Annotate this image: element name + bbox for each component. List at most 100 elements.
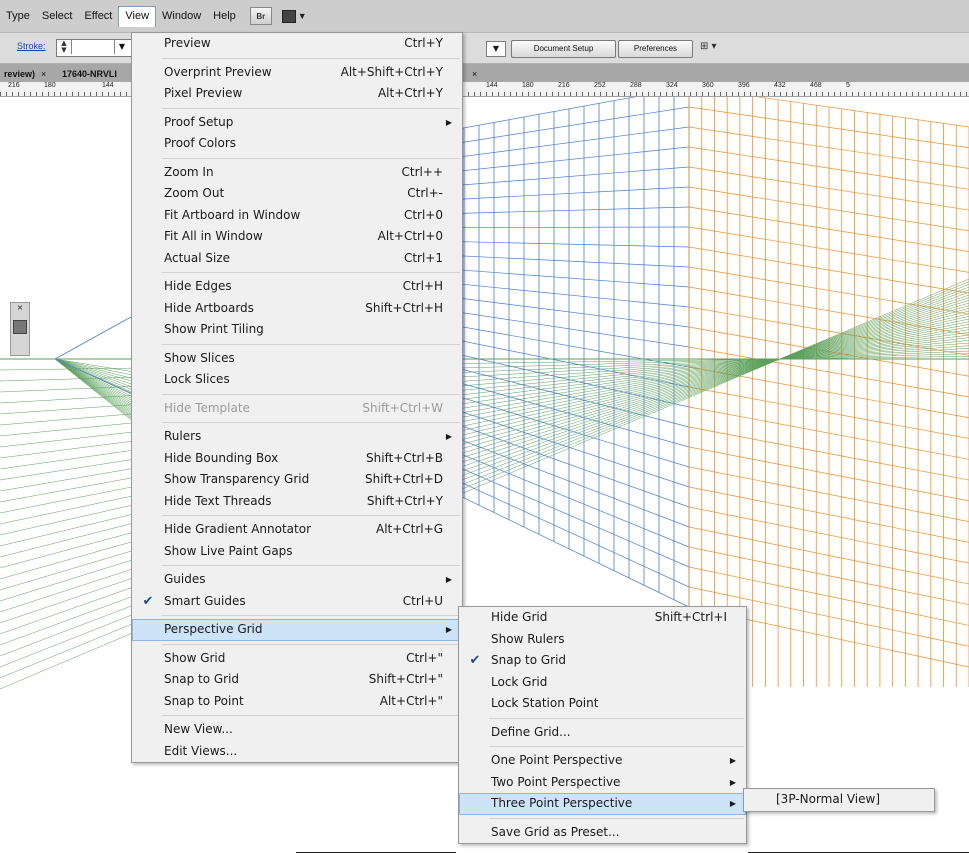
view-menu-zoom-in[interactable]: Zoom In Ctrl++ [132,162,462,184]
view-menu-hide-bounding-box[interactable]: Hide Bounding Box Shift+Ctrl+B [132,448,462,470]
document-tab[interactable]: review) × [0,66,50,82]
menu-item-label: Show Rulers [491,631,565,646]
perspective-menu-snap-to-grid[interactable]: ✔ Snap to Grid [459,650,746,672]
menu-separator [489,817,744,819]
view-menu-perspective-grid[interactable]: Perspective Grid ▶ [132,619,462,641]
floating-panel[interactable]: × [10,302,30,356]
menu-item-shortcut: Alt+Ctrl+0 [377,229,443,243]
menu-item-label: Hide Bounding Box [164,450,279,465]
menu-window[interactable]: Window [156,6,207,26]
menu-separator [162,57,460,59]
view-menu-show-live-paint-gaps[interactable]: Show Live Paint Gaps [132,541,462,563]
perspective-menu-one-point-perspective[interactable]: One Point Perspective ▶ [459,750,746,772]
view-menu-preview[interactable]: Preview Ctrl+Y [132,33,462,55]
view-menu-hide-template: Hide Template Shift+Ctrl+W [132,398,462,420]
menu-separator [489,717,744,719]
view-menu-zoom-out[interactable]: Zoom Out Ctrl+- [132,183,462,205]
view-menu-hide-text-threads[interactable]: Hide Text Threads Shift+Ctrl+Y [132,491,462,513]
view-menu-show-print-tiling[interactable]: Show Print Tiling [132,319,462,341]
menu-select[interactable]: Select [36,6,79,26]
view-menu-overprint-preview[interactable]: Overprint Preview Alt+Shift+Ctrl+Y [132,62,462,84]
menu-view[interactable]: View [118,5,157,27]
perspective-menu-three-point-perspective[interactable]: Three Point Perspective ▶ [459,793,746,815]
close-icon[interactable]: × [472,69,477,79]
menu-item-label: Show Print Tiling [164,322,264,336]
view-menu-show-transparency-grid[interactable]: Show Transparency Grid Shift+Ctrl+D [132,469,462,491]
view-menu-snap-to-point[interactable]: Snap to Point Alt+Ctrl+" [132,691,462,713]
menu-type[interactable]: Type [0,6,36,26]
perspective-menu-show-rulers[interactable]: Show Rulers [459,629,746,651]
close-icon[interactable]: × [41,69,46,79]
menu-item-label: Fit Artboard in Window [164,207,301,222]
menu-item-shortcut: Ctrl+0 [403,207,443,222]
view-menu-actual-size[interactable]: Actual Size Ctrl+1 [132,248,462,270]
document-tab[interactable]: 17640-NRVLI [58,66,121,82]
menu-item-label: Lock Grid [491,674,548,689]
perspective-menu-save-grid-as-preset[interactable]: Save Grid as Preset... [459,822,746,844]
view-menu-hide-artboards[interactable]: Hide Artboards Shift+Ctrl+H [132,298,462,320]
preferences-button[interactable]: Preferences [618,40,693,58]
view-menu-snap-to-grid[interactable]: Snap to Grid Shift+Ctrl+" [132,669,462,691]
panel-button-icon[interactable] [13,320,27,334]
perspective-menu-hide-grid[interactable]: Hide Grid Shift+Ctrl+I [459,607,746,629]
stroke-label[interactable]: Stroke: [17,41,46,51]
menu-item-label: Show Transparency Grid [164,472,310,486]
perspective-menu-lock-grid[interactable]: Lock Grid [459,672,746,694]
menu-separator [162,565,460,566]
ruler-label: 252 [594,82,606,89]
menu-separator [162,615,460,616]
menu-separator [162,715,460,716]
menu-separator [162,272,460,273]
view-menu-lock-slices[interactable]: Lock Slices [132,369,462,391]
menu-separator [162,515,460,516]
view-menu-show-grid[interactable]: Show Grid Ctrl+" [132,648,462,670]
style-dropdown-arrow[interactable]: ▼ [486,41,506,57]
arrange-documents-icon[interactable]: ⊞ ▾ [700,41,717,52]
menu-help[interactable]: Help [207,6,242,26]
menu-item-shortcut: Ctrl++ [401,164,443,179]
submenu-arrow-icon: ▶ [729,777,736,787]
perspective-menu-define-grid[interactable]: Define Grid... [459,722,746,744]
menu-separator [162,107,460,109]
menu-separator [162,343,460,345]
submenu-arrow-icon: ▶ [445,432,452,441]
view-menu-rulers[interactable]: Rulers ▶ [132,426,462,448]
menu-item-label: Rulers [164,429,202,443]
close-icon[interactable]: × [11,303,29,312]
view-menu-fit-artboard-in-window[interactable]: Fit Artboard in Window Ctrl+0 [132,205,462,227]
bridge-icon[interactable]: Br [249,7,272,25]
menu-item-label: Hide Artboards [164,300,254,315]
stroke-stepper[interactable]: ▲ ▼ [57,40,72,54]
menu-item-shortcut: Shift+Ctrl+" [368,672,443,686]
view-menu-new-view[interactable]: New View... [132,719,462,741]
document-setup-button[interactable]: Document Setup [511,40,616,58]
menu-separator [162,393,460,395]
view-menu-guides[interactable]: Guides ▶ [132,569,462,591]
perspective-menu-lock-station-point[interactable]: Lock Station Point [459,693,746,715]
view-menu-edit-views[interactable]: Edit Views... [132,741,462,763]
menu-item-label: Proof Setup [164,114,234,129]
view-menu-fit-all-in-window[interactable]: Fit All in Window Alt+Ctrl+0 [132,226,462,248]
ruler-label: 432 [774,82,786,89]
ruler-label: 216 [8,82,20,89]
document-tab-close[interactable]: × [462,66,481,82]
view-menu-proof-setup[interactable]: Proof Setup ▶ [132,112,462,134]
ruler-label: 144 [102,82,114,89]
perspective-menu-two-point-perspective[interactable]: Two Point Perspective ▶ [459,772,746,794]
view-menu-smart-guides[interactable]: ✔ Smart Guides Ctrl+U [132,591,462,613]
menu-bar: Type Select Effect View Window Help Br ▼ [0,0,969,33]
menu-separator [162,422,460,423]
view-menu-show-slices[interactable]: Show Slices [132,348,462,370]
stroke-dropdown-arrow[interactable]: ▼ [114,40,129,54]
workspace-switcher-icon[interactable]: ▼ [281,8,308,24]
ruler-label: 5 [846,82,850,89]
menu-item-label: Two Point Perspective [491,774,621,789]
view-menu-hide-gradient-annotator[interactable]: Hide Gradient Annotator Alt+Ctrl+G [132,519,462,541]
menu-item-shortcut: Ctrl+Y [404,36,443,50]
three-point-menu--3p-normal-view[interactable]: [3P-Normal View] [744,789,934,811]
view-menu-hide-edges[interactable]: Hide Edges Ctrl+H [132,276,462,298]
view-menu-pixel-preview[interactable]: Pixel Preview Alt+Ctrl+Y [132,83,462,105]
menu-effect[interactable]: Effect [78,6,118,26]
view-menu-proof-colors[interactable]: Proof Colors [132,133,462,155]
ruler-label: 180 [522,82,534,89]
